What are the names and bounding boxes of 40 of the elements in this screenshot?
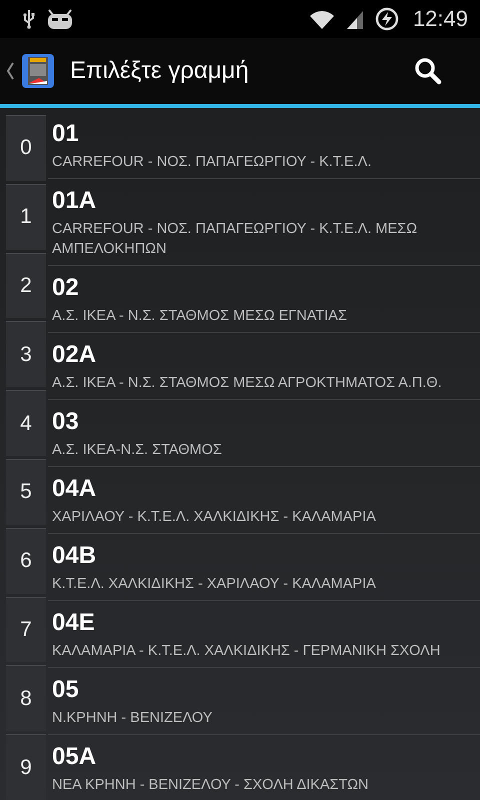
back-caret-icon[interactable] bbox=[6, 61, 14, 81]
usb-icon bbox=[22, 9, 36, 29]
route-description: Κ.Τ.Ε.Λ. ΧΑΛΚΙΔΙΚΗΣ - ΧΑΡΙΛΑΟΥ - ΚΑΛΑΜΑΡΙΑ bbox=[52, 575, 377, 594]
route-description: CARREFOUR - ΝΟΣ. ΠΑΠΑΓΕΩΡΓΙΟΥ - Κ.Τ.Ε.Λ. ΜΕΣΩ ΑΜΠΕΛΟΚΗΠΩΝ bbox=[52, 220, 418, 259]
wifi-icon bbox=[308, 9, 335, 29]
index-key[interactable]: 4 bbox=[6, 390, 46, 456]
index-key[interactable]: 7 bbox=[6, 596, 46, 662]
index-key[interactable]: 2 bbox=[6, 252, 46, 318]
line-number[interactable]: 02 bbox=[52, 272, 476, 304]
route-description: Α.Σ. ΙΚΕΑ - Ν.Σ. ΣΤΑΘΜΟΣ ΜΕΣΩ ΕΓΝΑΤΙΑΣ bbox=[52, 307, 348, 326]
screen-title: Επιλέξτε γραμμή bbox=[70, 57, 249, 85]
line-number[interactable]: 04E bbox=[52, 607, 476, 639]
route-description: ΧΑΡΙΛΑΟΥ - Κ.Τ.Ε.Λ. ΧΑΛΚΙΔΙΚΗΣ - ΚΑΛΑΜΑΡΙΑ bbox=[52, 508, 377, 527]
line-number[interactable]: 03 bbox=[52, 406, 476, 438]
search-icon[interactable] bbox=[414, 57, 442, 85]
index-key[interactable]: 0 bbox=[6, 115, 46, 181]
route-description: CARREFOUR - ΝΟΣ. ΠΑΠΑΓΕΩΡΓΙΟΥ - Κ.Τ.Ε.Λ. bbox=[52, 153, 372, 172]
signal-icon bbox=[344, 9, 365, 29]
index-key[interactable]: 8 bbox=[6, 665, 46, 732]
index-key[interactable]: 5 bbox=[6, 458, 46, 525]
route-description: Ν.ΚΡΗΝΗ - ΒΕΝΙΖΕΛΟΥ bbox=[52, 709, 214, 728]
route-description: Α.Σ. ΙΚΕΑ - Ν.Σ. ΣΤΑΘΜΟΣ ΜΕΣΩ ΑΓΡΟΚΤΗΜΑΤΟΣ Α.Π.Θ. bbox=[52, 374, 443, 393]
index-key[interactable]: 1 bbox=[6, 184, 46, 250]
route-description: Α.Σ. ΙΚΕΑ-Ν.Σ. ΣΤΑΘΜΟΣ bbox=[52, 441, 223, 460]
route-description: ΚΑΛΑΜΑΡΙΑ - Κ.Τ.Ε.Λ. ΧΑΛΚΙΔΙΚΗΣ - ΓΕΡΜΑΝΙΚΗ ΣΧΟΛΗ bbox=[52, 642, 442, 661]
clock-time: 12:49 bbox=[412, 6, 468, 32]
index-key[interactable]: 6 bbox=[6, 528, 46, 594]
line-number[interactable]: 02A bbox=[52, 339, 476, 371]
line-number[interactable]: 05 bbox=[52, 674, 476, 706]
line-number[interactable]: 01A bbox=[52, 185, 476, 217]
index-key[interactable]: 3 bbox=[6, 321, 46, 388]
route-description: ΝΕΑ ΚΡΗΝΗ - ΒΕΝΙΖΕΛΟΥ - ΣΧΟΛΗ ΔΙΚΑΣΤΩΝ bbox=[52, 776, 370, 795]
line-number[interactable]: 04A bbox=[52, 473, 476, 505]
line-number[interactable]: 05A bbox=[52, 741, 476, 773]
line-number[interactable]: 04B bbox=[52, 540, 476, 572]
index-key[interactable]: 9 bbox=[6, 734, 46, 800]
line-number[interactable]: 01 bbox=[52, 118, 476, 150]
robot-icon bbox=[46, 8, 74, 30]
battery-charging-icon bbox=[374, 7, 399, 31]
app-icon[interactable] bbox=[20, 53, 56, 89]
